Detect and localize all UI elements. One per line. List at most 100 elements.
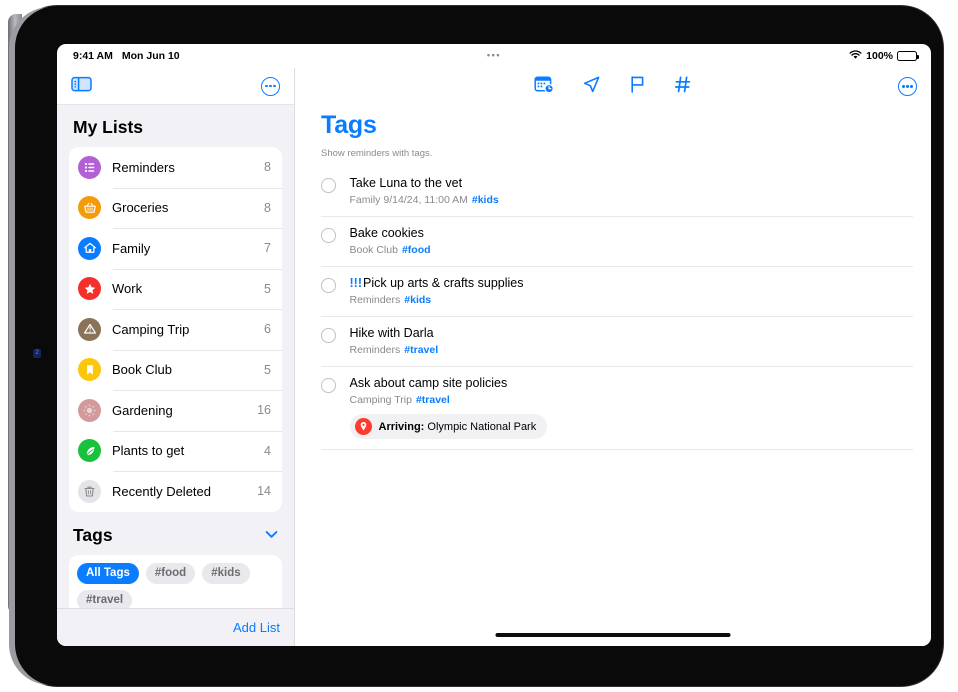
reminder-body: Hike with Darla Reminders #travel [350,326,914,356]
reminder-tag[interactable]: #kids [472,194,499,206]
reminder-list-name: Reminders [349,344,401,356]
reminder-list-name: Camping Trip [349,394,412,406]
priority-marker: !!! [349,276,363,290]
list-count: 7 [264,241,271,256]
reminder-body: !!!Pick up arts & crafts supplies Remind… [350,276,914,306]
complete-circle-icon[interactable] [321,278,336,293]
reminder-row[interactable]: Bake cookies Book Club #food [321,217,913,267]
reminder-title: Hike with Darla [349,326,434,340]
reminder-title: Bake cookies [349,226,424,240]
tag-chip-kids[interactable]: #kids [202,562,250,584]
reminder-list-name: Book Club [349,244,398,256]
reminder-title: Ask about camp site policies [349,376,508,390]
main-header: Tags Show reminders with tags. [295,105,931,159]
chevron-down-icon[interactable] [265,526,278,544]
complete-circle-icon[interactable] [321,178,336,193]
status-date: Mon Jun 10 [121,50,180,62]
sidebar-item-family[interactable]: Family 7 [69,228,282,269]
tag-chip-all-tags[interactable]: All Tags [77,562,139,584]
tag-chip-travel[interactable]: #travel [77,589,133,608]
complete-circle-icon[interactable] [321,378,336,393]
battery-full-icon [897,51,919,61]
complete-circle-icon[interactable] [321,328,336,343]
sidebar-more-circle-icon[interactable] [261,76,280,96]
sidebar-item-gardening[interactable]: Gardening 16 [69,390,282,431]
location-alert-label: Arriving: [378,420,425,433]
reminder-row[interactable]: Ask about camp site policies Camping Tri… [321,367,913,450]
sidebar-item-plants-to-get[interactable]: Plants to get 4 [69,430,282,472]
sidebar: My Lists Reminders 8 Groceries 8 Family … [57,68,295,646]
tags-section-header: Tags [69,512,282,555]
sidebar-toggle-icon[interactable] [71,76,92,97]
app-body: My Lists Reminders 8 Groceries 8 Family … [57,68,931,646]
status-right-group: 100% [849,49,919,63]
scheduled-calendar-icon[interactable] [534,75,554,99]
reminder-title: !!!Pick up arts & crafts supplies [350,276,914,290]
tent-icon [78,317,101,341]
multitask-dots-icon[interactable]: ••• [487,51,501,60]
main-more-circle-icon[interactable] [898,77,917,96]
reminder-meta: Camping Trip #travel [350,394,914,406]
list-label: Groceries [112,200,169,216]
sidebar-content: My Lists Reminders 8 Groceries 8 Family … [57,105,294,608]
reminder-meta: Reminders #travel [350,344,914,356]
list-label: Recently Deleted [112,483,211,499]
reminder-meta: Book Club #food [350,244,914,256]
reminder-row[interactable]: Take Luna to the vet Family 9/14/24, 11:0… [321,167,913,217]
lists-card: Reminders 8 Groceries 8 Family 7 Work 5 … [69,147,282,512]
battery-percent-label: 100% [866,50,893,62]
sidebar-item-recently-deleted[interactable]: Recently Deleted 14 [69,471,282,512]
main-content: Tags Show reminders with tags. Take Luna… [295,68,931,646]
home-indicator[interactable] [495,632,731,637]
list-count: 14 [257,484,271,499]
list-label: Work [112,281,143,297]
reminder-body: Take Luna to the vet Family 9/14/24, 11:0… [350,176,914,206]
page-subtitle: Show reminders with tags. [321,148,433,159]
reminder-list-name: Family [349,194,381,206]
star-icon [78,277,101,301]
reminder-title: Take Luna to the vet [349,176,463,190]
sidebar-item-work[interactable]: Work 5 [69,268,282,310]
location-pin-icon [354,418,372,435]
reminder-list-name: Reminders [349,294,401,306]
page-title: Tags [321,111,377,139]
reminder-row[interactable]: Hike with Darla Reminders #travel [321,317,913,367]
ipad-device-frame: 2 9:41 AM Mon Jun 10 ••• 100% My Lists R… [15,6,943,686]
location-arrow-icon[interactable] [582,75,601,99]
status-bar: 9:41 AM Mon Jun 10 ••• 100% [57,44,931,68]
wifi-icon [849,49,862,63]
list-count: 5 [264,362,271,377]
list-count: 6 [264,322,271,337]
list-label: Camping Trip [112,321,190,337]
ipad-screen: 9:41 AM Mon Jun 10 ••• 100% My Lists Rem… [57,44,931,646]
list-count: 4 [264,443,271,458]
reminder-meta: Family 9/14/24, 11:00 AM #kids [350,194,914,206]
reminder-body: Bake cookies Book Club #food [350,226,914,256]
list-count: 8 [264,200,271,215]
reminder-tag[interactable]: #travel [404,344,438,356]
tags-heading: Tags [73,524,113,545]
location-alert-place: Olympic National Park [427,420,537,433]
add-list-button[interactable]: Add List [233,620,280,635]
reminder-title-text: Pick up arts & crafts supplies [363,276,524,290]
location-alert-text: Arriving: Olympic National Park [379,421,537,433]
sidebar-item-groceries[interactable]: Groceries 8 [69,187,282,229]
sidebar-item-book-club[interactable]: Book Club 5 [69,349,282,391]
bezel-marker: 2 [33,349,41,358]
reminder-date: 9/14/24, 11:00 AM [383,194,468,206]
reminder-tag[interactable]: #travel [416,394,450,406]
hashtag-icon[interactable] [674,75,692,99]
status-time: 9:41 AM [73,50,113,62]
location-alert-pill[interactable]: Arriving: Olympic National Park [349,414,548,439]
reminder-tag[interactable]: #food [402,244,431,256]
complete-circle-icon[interactable] [321,228,336,243]
sidebar-item-reminders[interactable]: Reminders 8 [69,147,282,188]
tag-chip-food[interactable]: #food [145,562,196,584]
reminder-row[interactable]: !!!Pick up arts & crafts supplies Remind… [321,267,913,317]
list-bullet-icon [78,155,101,179]
reminder-tag[interactable]: #kids [404,294,431,306]
list-label: Family [112,240,151,256]
flag-icon[interactable] [629,75,646,99]
sidebar-item-camping-trip[interactable]: Camping Trip 6 [69,309,282,350]
tag-chip-group: All Tags #food #kids #travel [77,562,274,608]
